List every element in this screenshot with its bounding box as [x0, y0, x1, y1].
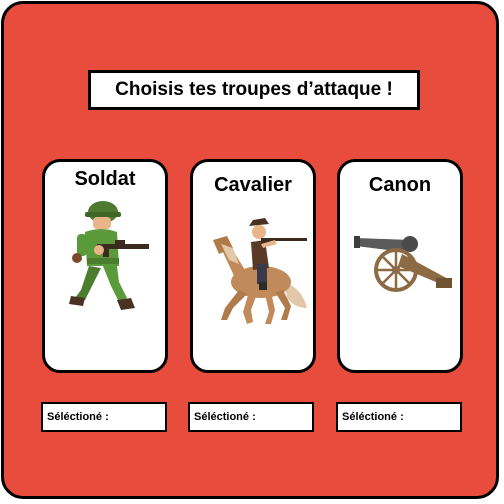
cannon-icon: [354, 236, 452, 292]
page-title: Choisis tes troupes d’attaque !: [88, 70, 420, 110]
card-soldat[interactable]: Soldat: [42, 159, 168, 373]
game-board: Choisis tes troupes d’attaque ! Soldat C…: [1, 1, 499, 499]
card-canon[interactable]: Canon: [337, 159, 463, 373]
selection-field-canon[interactable]: Séléctioné :: [336, 402, 462, 432]
card-cavalier[interactable]: Cavalier: [190, 159, 316, 373]
card-cavalier-label: Cavalier: [214, 174, 292, 196]
soldier-icon: [69, 201, 149, 310]
card-soldat-label: Soldat: [74, 168, 136, 190]
card-canon-label: Canon: [368, 174, 432, 196]
selection-field-cavalier[interactable]: Séléctioné :: [188, 402, 314, 432]
horse-rider-icon: [213, 218, 307, 324]
selection-field-soldat[interactable]: Séléctioné :: [41, 402, 167, 432]
